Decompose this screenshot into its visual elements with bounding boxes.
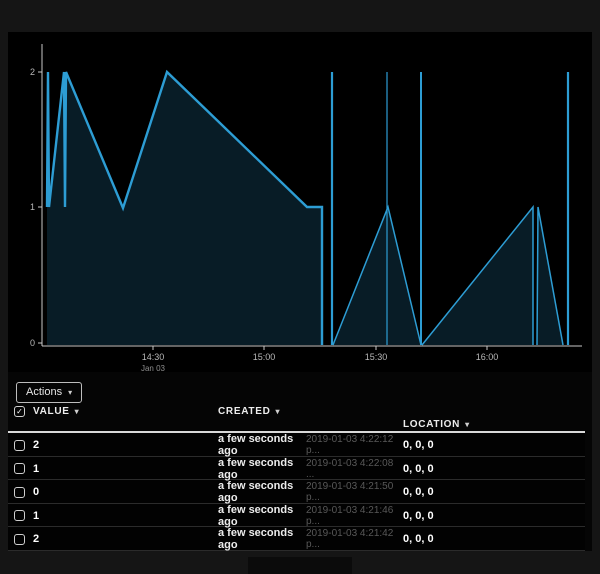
svg-text:16:00: 16:00 (476, 352, 499, 362)
table-row: 1a few seconds ago2019-01-03 4:22:08 ...… (8, 457, 585, 481)
svg-text:1: 1 (30, 202, 35, 212)
location-cell: 0, 0, 0 (403, 439, 585, 451)
row-checkbox[interactable] (14, 510, 25, 521)
actions-button-label: Actions (26, 386, 62, 398)
svg-text:15:00: 15:00 (253, 352, 276, 362)
value-cell: 0 (33, 486, 218, 498)
row-checkbox[interactable] (14, 534, 25, 545)
chart-panel: 2 1 0 14:30 Jan 03 15:00 15:30 16:00 (8, 32, 592, 372)
checkmark-icon: ✓ (16, 408, 23, 416)
table-body: 2a few seconds ago2019-01-03 4:22:12 p..… (8, 433, 585, 551)
svg-text:14:30: 14:30 (142, 352, 165, 362)
created-timestamp-cell: 2019-01-03 4:21:46 p... (306, 505, 403, 527)
timeseries-chart: 2 1 0 14:30 Jan 03 15:00 15:30 16:00 (8, 32, 592, 372)
location-cell: 0, 0, 0 (403, 510, 585, 522)
main-panel: 21014:30Jan 0315:0015:3016:00 Actions ▾ … (8, 32, 592, 551)
created-relative-cell: a few seconds ago (218, 433, 306, 457)
row-checkbox[interactable] (14, 440, 25, 451)
created-timestamp-cell: 2019-01-03 4:21:50 p... (306, 481, 403, 503)
column-header-value[interactable]: VALUE ▾ (33, 406, 218, 417)
row-checkbox[interactable] (14, 487, 25, 498)
actions-button[interactable]: Actions ▾ (16, 382, 82, 403)
svg-text:2: 2 (30, 67, 35, 77)
row-checkbox[interactable] (14, 463, 25, 474)
created-timestamp-cell: 2019-01-03 4:22:12 p... (306, 434, 403, 456)
table-row: 1a few seconds ago2019-01-03 4:21:46 p..… (8, 504, 585, 528)
table-row: 2a few seconds ago2019-01-03 4:22:12 p..… (8, 433, 585, 457)
value-cell: 2 (33, 533, 218, 545)
created-relative-cell: a few seconds ago (218, 457, 306, 481)
svg-text:15:30: 15:30 (365, 352, 388, 362)
sort-caret-icon: ▾ (75, 407, 79, 416)
value-cell: 1 (33, 463, 218, 475)
column-header-created[interactable]: CREATED ▾ (218, 406, 585, 417)
created-relative-cell: a few seconds ago (218, 480, 306, 504)
sort-caret-icon: ▾ (276, 407, 280, 416)
value-cell: 1 (33, 510, 218, 522)
created-relative-cell: a few seconds ago (218, 527, 306, 551)
sort-caret-icon: ▾ (465, 420, 469, 429)
svg-text:0: 0 (30, 338, 35, 348)
bottom-cutoff-panel (248, 557, 352, 574)
location-cell: 0, 0, 0 (403, 486, 585, 498)
table-header-row: ✓ VALUE ▾ CREATED ▾ LOCATION ▾ (8, 405, 585, 433)
caret-down-icon: ▾ (68, 388, 72, 397)
location-cell: 0, 0, 0 (403, 533, 585, 545)
svg-text:Jan 03: Jan 03 (141, 364, 166, 372)
created-timestamp-cell: 2019-01-03 4:22:08 ... (306, 458, 403, 480)
created-timestamp-cell: 2019-01-03 4:21:42 p... (306, 528, 403, 550)
data-table: ✓ VALUE ▾ CREATED ▾ LOCATION ▾ 2a few se… (8, 405, 585, 551)
created-relative-cell: a few seconds ago (218, 504, 306, 528)
select-all-checkbox[interactable]: ✓ (14, 406, 25, 417)
table-row: 2a few seconds ago2019-01-03 4:21:42 p..… (8, 527, 585, 551)
column-header-location[interactable]: LOCATION ▾ (403, 419, 585, 430)
location-cell: 0, 0, 0 (403, 463, 585, 475)
value-cell: 2 (33, 439, 218, 451)
table-row: 0a few seconds ago2019-01-03 4:21:50 p..… (8, 480, 585, 504)
